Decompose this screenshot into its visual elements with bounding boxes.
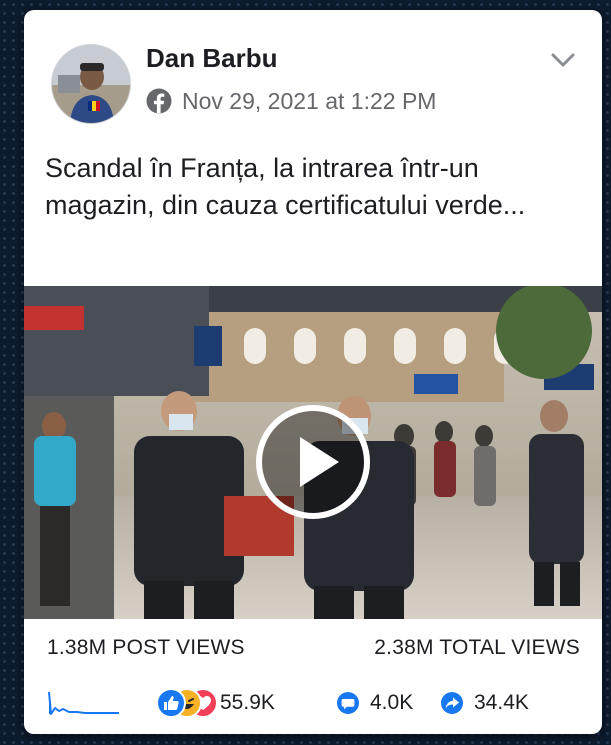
comment-icon [337,692,359,714]
view-stats: 1.38M POST VIEWS 2.38M TOTAL VIEWS [24,630,602,670]
reactions[interactable]: 55.9K [156,686,275,720]
avatar[interactable] [51,44,131,124]
facebook-icon [146,88,172,114]
total-views: 2.38M TOTAL VIEWS [374,636,580,659]
post-text: Scandal în Franța, la intrarea într-un m… [45,153,526,220]
reaction-icons [156,688,218,718]
sparkline-icon [48,691,119,715]
post-card: Dan Barbu Nov 29, 2021 at 1:22 PM Scanda… [24,10,602,734]
share-count: 34.4K [474,691,529,714]
video-player[interactable] [24,286,602,619]
post-date[interactable]: Nov 29, 2021 at 1:22 PM [182,88,436,115]
author-name[interactable]: Dan Barbu [146,43,277,74]
comment-count: 4.0K [370,691,414,714]
engagement-bar: 55.9K 4.0K 34.4K [24,682,602,722]
like-icon [156,688,186,718]
comments[interactable]: 4.0K [336,686,413,720]
share-icon [441,692,463,714]
reaction-count: 55.9K [220,691,275,714]
post-views: 1.38M POST VIEWS [47,636,245,659]
post-meta: Nov 29, 2021 at 1:22 PM [146,86,436,116]
chevron-down-icon[interactable] [550,50,576,70]
play-icon[interactable] [255,404,371,520]
avatar-photo [52,45,130,123]
shares[interactable]: 34.4K [440,686,529,720]
